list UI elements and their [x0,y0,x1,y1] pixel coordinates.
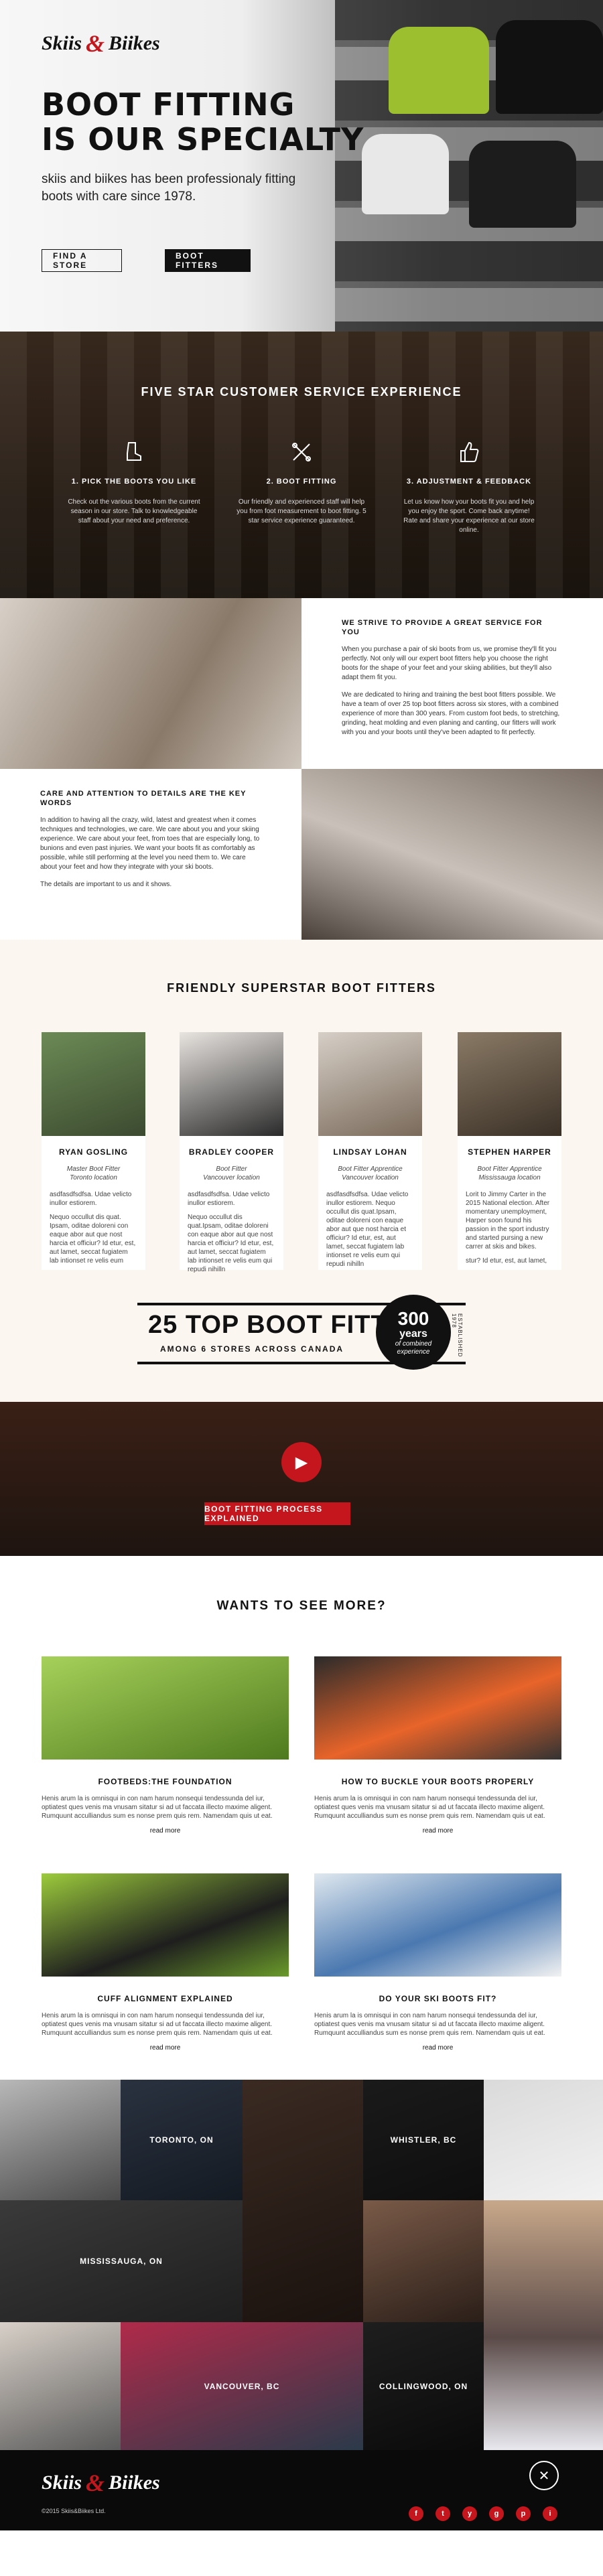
team-section: FRIENDLY SUPERSTAR BOOT FITTERS RYAN GOS… [0,940,603,1402]
article-card: CUFF ALIGNMENT EXPLAINED Henis arum la i… [42,1873,289,2052]
boot-fitters-badge: 25 TOP BOOT FITTERS AMONG 6 STORES ACROS… [137,1295,466,1370]
hero-section: Skiis & Biikes BOOT FITTING IS OUR SPECIALT… [0,0,603,332]
team-title: FRIENDLY SUPERSTAR BOOT FITTERS [167,981,436,995]
hero-subtitle: skiis and biikes has been professionaly … [42,172,296,204]
article-card: HOW TO BUCKLE YOUR BOOTS PROPERLY Henis … [314,1656,561,1835]
member-card: STEPHEN HARPER Boot Fitter Apprentice Mis… [458,1032,561,1270]
play-icon[interactable]: ▶ [281,1442,322,1482]
black-boot-photo [496,20,603,114]
service-text: WE STRIVE TO PROVIDE A GREAT SERVICE FOR… [342,619,560,736]
member-card: BRADLEY COOPER Boot Fitter Vancouver loca… [180,1032,283,1273]
boot-fitters-button[interactable]: BOOT FITTERS [165,249,251,272]
site-footer: Skiis & Biikes ©2015 Skiis&Biikes Ltd. ✕ f… [0,2450,603,2530]
care-text: CARE AND ATTENTION TO DETAILS ARE THE KE… [40,790,260,888]
location-whistler[interactable]: WHISTLER, BC [363,2080,484,2200]
care-section: CARE AND ATTENTION TO DETAILS ARE THE KE… [0,769,603,940]
article-card: DO YOUR SKI BOOTS FIT? Henis arum la is … [314,1873,561,2052]
footer-logo[interactable]: Skiis & Biikes [42,2469,160,2497]
store-sign-photo [484,2080,603,2200]
google-plus-icon[interactable]: g [489,2506,504,2521]
member-card: LINDSAY LOHAN Boot Fitter Apprentice Vanc… [318,1032,422,1270]
youtube-icon[interactable]: y [462,2506,477,2521]
location-collingwood[interactable]: COLLINGWOOD, ON [363,2322,484,2450]
bike-shop-photo [0,2322,121,2450]
five-star-title: FIVE STAR CUSTOMER SERVICE EXPERIENCE [141,385,462,399]
location-vancouver[interactable]: VANCOUVER, BC [121,2322,363,2450]
years-seal: 300 years of combined experience [376,1295,451,1370]
step-boot-fitting: 2. BOOT FITTING Our friendly and experie… [228,439,375,526]
dark-boot-photo [469,141,576,228]
video-button[interactable]: BOOT FITTING PROCESS EXPLAINED [204,1502,350,1525]
article-photo[interactable] [314,1656,561,1760]
shop-interior-photo [363,2200,484,2322]
article-photo[interactable] [42,1873,289,1977]
boot-icon [121,439,147,466]
article-photo[interactable] [314,1873,561,1977]
step-adjustment: 3. ADJUSTMENT & FEEDBACK Let us know how… [395,439,543,535]
white-boot-photo [362,134,449,214]
five-star-section: FIVE STAR CUSTOMER SERVICE EXPERIENCE 1.… [0,332,603,598]
member-card: RYAN GOSLING Master Boot Fitter Toronto l… [42,1032,145,1270]
location-mississauga[interactable]: MISSISSAUGA, ON [0,2200,243,2322]
green-boot-photo [389,27,489,114]
step-pick-boots: 1. PICK THE BOOTS YOU LIKE Check out the… [60,439,208,526]
fitter-portrait-photo [243,2080,363,2322]
article-card: FOOTBEDS:THE FOUNDATION Henis arum la is… [42,1656,289,1835]
find-store-button[interactable]: FIND A STORE [42,249,122,272]
article-photo[interactable] [42,1656,289,1760]
more-section: WANTS TO SEE MORE? FOOTBEDS:THE FOUNDATI… [0,1556,603,2080]
site-logo[interactable]: Skiis & Biikes [42,29,160,58]
thumbs-up-icon [456,439,482,466]
more-title: WANTS TO SEE MORE? [216,1599,387,1613]
hands-photo [302,769,603,940]
video-section: ▶ BOOT FITTING PROCESS EXPLAINED [0,1402,603,1556]
pinterest-icon[interactable]: p [516,2506,531,2521]
member-photo [318,1032,422,1136]
mountain-photo [484,2200,603,2450]
fitter-photo [0,598,302,769]
hero-title: BOOT FITTING IS OUR SPECIALTY [42,86,364,157]
location-toronto[interactable]: TORONTO, ON [121,2080,243,2200]
instagram-icon[interactable]: i [543,2506,557,2521]
crossed-tools-icon: ✕ [529,2461,559,2490]
member-photo [458,1032,561,1136]
twitter-icon[interactable]: t [436,2506,450,2521]
tools-icon [288,439,315,466]
facebook-icon[interactable]: f [409,2506,423,2521]
social-links: f t y g p i [409,2506,557,2521]
copyright: ©2015 Skiis&Biikes Ltd. [42,2508,106,2514]
locations-section: TORONTO, ON WHISTLER, BC MISSISSAUGA, ON… [0,2080,603,2450]
member-photo [42,1032,145,1136]
service-section: WE STRIVE TO PROVIDE A GREAT SERVICE FOR… [0,598,603,769]
member-photo [180,1032,283,1136]
store-photo [0,2080,121,2200]
